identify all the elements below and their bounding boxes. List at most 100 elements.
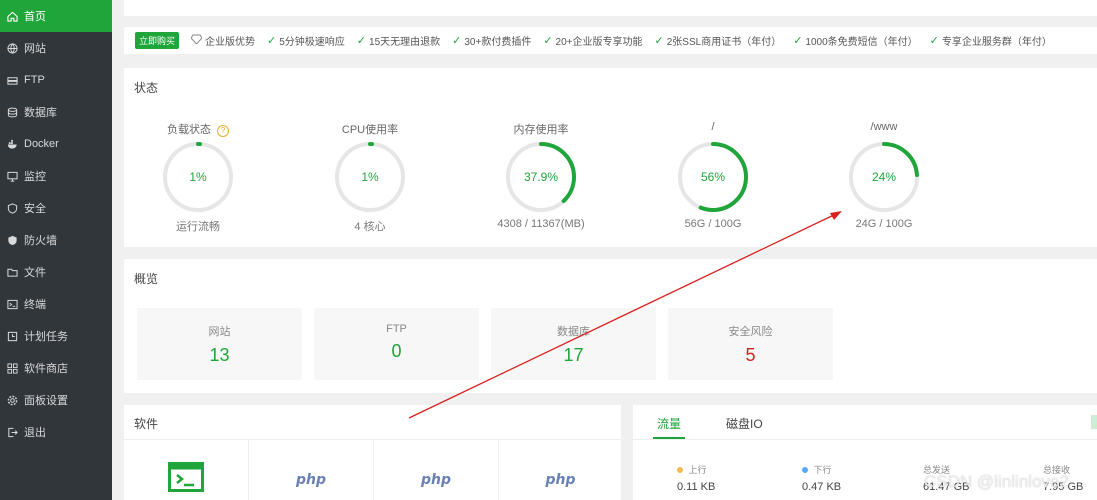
green-corner-tag bbox=[1091, 415, 1097, 429]
buy-now-button[interactable]: 立即购买 bbox=[135, 32, 180, 49]
sidebar-item[interactable]: Docker bbox=[0, 128, 112, 160]
overview-stat[interactable]: 安全风险 5 bbox=[668, 308, 833, 380]
sidebar-item-label: 防火墙 bbox=[24, 235, 57, 247]
status-card: 状态 负载状态 ? 1% 运行流畅 CPU使用率 1% 4 核心 内存使用率 37.9% 430… bbox=[124, 68, 1097, 247]
sidebar-item-label: 网站 bbox=[24, 43, 46, 55]
gauge-sub: 4308 / 11367(MB) bbox=[497, 218, 585, 230]
check-icon: ✓ bbox=[929, 35, 939, 47]
logout-icon bbox=[6, 426, 18, 438]
sidebar-item-label: 安全 bbox=[24, 203, 46, 215]
active-tab-underline bbox=[653, 437, 685, 439]
sidebar-item-label: 计划任务 bbox=[24, 331, 68, 343]
gauge-ring: 56% bbox=[678, 142, 748, 212]
gauge-value: 1% bbox=[189, 170, 207, 184]
promo-feature: ✓ 1000条免费短信（年付） bbox=[793, 35, 918, 48]
folder-icon bbox=[6, 266, 18, 278]
php-logo: php bbox=[295, 472, 326, 488]
stat-value: 5 bbox=[745, 345, 756, 365]
overview-stat[interactable]: 网站 13 bbox=[137, 308, 302, 380]
gauge-ring: 1% bbox=[163, 142, 233, 212]
status-gauge[interactable]: 负载状态 ? 1% 运行流畅 bbox=[113, 121, 283, 234]
sidebar-item[interactable]: 防火墙 bbox=[0, 224, 112, 256]
upload-block: 上行 0.11 KB bbox=[677, 465, 716, 493]
sidebar-item[interactable]: 网站 bbox=[0, 32, 112, 64]
sidebar-item-label: 面板设置 bbox=[24, 395, 68, 407]
sidebar-item[interactable]: 面板设置 bbox=[0, 384, 112, 416]
firewall-icon bbox=[6, 234, 18, 246]
status-gauge[interactable]: / 56% 56G / 100G bbox=[628, 121, 798, 230]
gauge-label: 内存使用率 bbox=[513, 124, 569, 136]
diamond-icon bbox=[190, 34, 203, 47]
status-gauge[interactable]: CPU使用率 1% 4 核心 bbox=[285, 121, 455, 234]
promo-feature: ✓ 20+企业版专享功能 bbox=[543, 35, 643, 48]
sidebar-item[interactable]: FTP bbox=[0, 64, 112, 96]
stat-value: 13 bbox=[209, 345, 230, 365]
terminal-icon bbox=[6, 298, 18, 310]
monitor-icon bbox=[6, 170, 18, 182]
promo-feature: ✓ 2张SSL商用证书（年付） bbox=[654, 35, 782, 48]
sidebar-item-label: 终端 bbox=[24, 299, 46, 311]
enterprise-promo-bar: 立即购买 企业版优势 ✓ 5分钟极速响应 ✓ 15天无理由退款 ✓ 30+款付费插件 ✓ 20… bbox=[124, 27, 1097, 54]
check-icon: ✓ bbox=[543, 35, 553, 47]
sidebar-item-label: 文件 bbox=[24, 267, 46, 279]
sidebar-item[interactable]: 终端 bbox=[0, 288, 112, 320]
gauge-label: 负载状态 bbox=[166, 124, 211, 136]
promo-feature: ✓ 30+款付费插件 bbox=[452, 35, 532, 48]
docker-icon bbox=[6, 138, 18, 150]
globe-icon bbox=[6, 42, 18, 54]
sidebar-item[interactable]: 计划任务 bbox=[0, 320, 112, 352]
php-logo: php bbox=[420, 472, 451, 488]
promo-feature: ✓ 专享企业服务群（年付） bbox=[929, 35, 1052, 48]
database-icon bbox=[6, 106, 18, 118]
software-app[interactable]: php bbox=[248, 440, 373, 500]
help-icon[interactable]: ? bbox=[217, 125, 230, 137]
php-logo: php bbox=[545, 472, 576, 488]
software-app[interactable]: php bbox=[373, 440, 498, 500]
software-title: 软件 bbox=[134, 417, 159, 431]
sidebar-item-label: 首页 bbox=[24, 11, 46, 23]
ftp-icon bbox=[6, 74, 18, 86]
promo-title: 企业版优势 bbox=[190, 33, 255, 48]
gauge-label: / bbox=[711, 121, 715, 133]
sidebar-item[interactable]: 监控 bbox=[0, 160, 112, 192]
gauge-value: 24% bbox=[872, 170, 896, 184]
upload-value: 0.11 KB bbox=[677, 481, 716, 493]
gauge-label: /www bbox=[870, 121, 898, 133]
gauge-ring: 37.9% bbox=[506, 142, 576, 212]
gauge-sub: 运行流畅 bbox=[176, 221, 220, 233]
sidebar-item[interactable]: 安全 bbox=[0, 192, 112, 224]
gauge-ring: 1% bbox=[335, 142, 405, 212]
gauge-sub: 4 核心 bbox=[354, 221, 386, 233]
stat-value: 0 bbox=[391, 341, 402, 361]
status-gauge[interactable]: 内存使用率 37.9% 4308 / 11367(MB) bbox=[456, 121, 626, 230]
tab-disk-io[interactable]: 磁盘IO bbox=[726, 415, 763, 432]
stat-label: FTP bbox=[386, 323, 407, 335]
software-app[interactable] bbox=[124, 440, 248, 500]
grid-icon bbox=[6, 362, 18, 374]
gauge-value: 1% bbox=[361, 170, 379, 184]
sidebar-item[interactable]: 首页 bbox=[0, 0, 112, 32]
status-title: 状态 bbox=[134, 81, 159, 95]
sidebar-item[interactable]: 文件 bbox=[0, 256, 112, 288]
sidebar: 首页网站 FTP 数据库 Docker 监控安全防火墙文件终端计划任务软件商店面板设置退… bbox=[0, 0, 112, 500]
overview-title: 概览 bbox=[134, 272, 159, 286]
check-icon: ✓ bbox=[654, 35, 664, 47]
check-icon: ✓ bbox=[793, 35, 803, 47]
sidebar-item[interactable]: 退出 bbox=[0, 416, 112, 448]
status-gauge[interactable]: /www 24% 24G / 100G bbox=[799, 121, 969, 230]
sidebar-item-label: FTP bbox=[24, 74, 45, 86]
overview-stat[interactable]: 数据库 17 bbox=[491, 308, 656, 380]
terminal-app-icon bbox=[168, 462, 204, 492]
sidebar-item[interactable]: 数据库 bbox=[0, 96, 112, 128]
stat-label: 网站 bbox=[208, 326, 231, 338]
sidebar-item[interactable]: 软件商店 bbox=[0, 352, 112, 384]
overview-stat[interactable]: FTP 0 bbox=[314, 308, 479, 380]
gauge-label: CPU使用率 bbox=[341, 124, 399, 136]
tab-traffic[interactable]: 流量 bbox=[657, 415, 681, 432]
software-app[interactable]: php bbox=[498, 440, 622, 500]
gauge-sub: 24G / 100G bbox=[855, 218, 913, 230]
sidebar-item-label: 退出 bbox=[24, 427, 46, 439]
promo-feature: ✓ 5分钟极速响应 bbox=[267, 35, 345, 48]
download-value: 0.47 KB bbox=[802, 481, 842, 493]
sidebar-item-label: 软件商店 bbox=[24, 363, 68, 375]
